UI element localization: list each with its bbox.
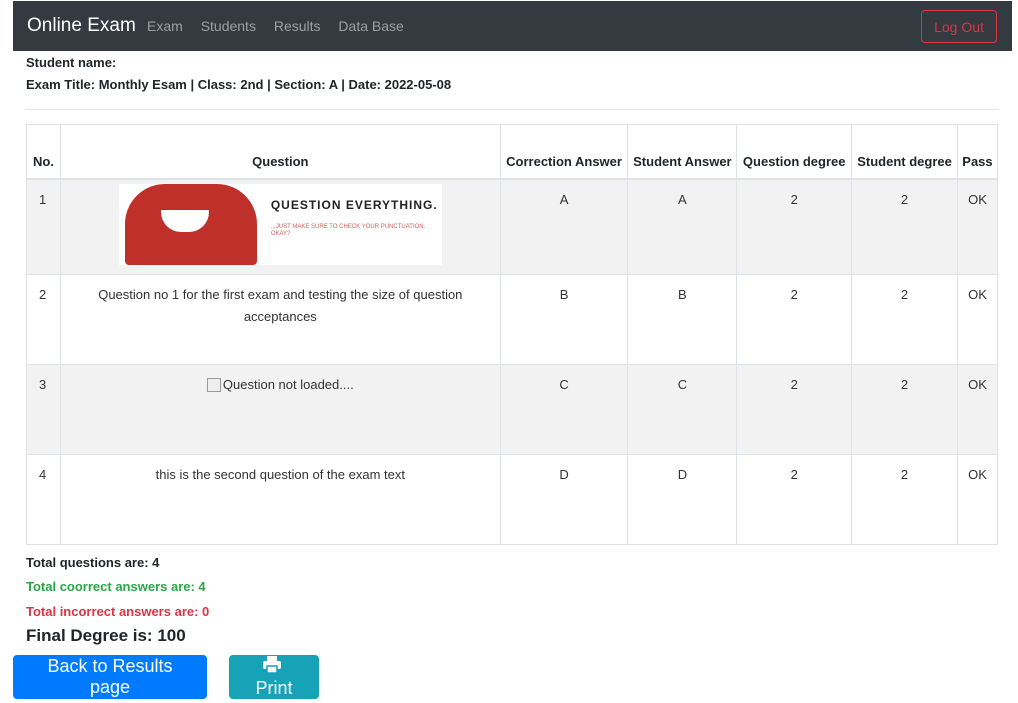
navbar: Online Exam Exam Students Results Data B… <box>13 1 1012 51</box>
col-question: Question <box>59 124 501 180</box>
cell-student-answer: D <box>627 453 738 545</box>
col-student-answer: Student Answer <box>627 124 738 180</box>
cell-question: this is the second question of the exam … <box>59 453 501 545</box>
table-header-row: No. Question Correction Answer Student A… <box>26 124 999 180</box>
cell-student-answer: C <box>627 363 738 455</box>
col-question-degree: Question degree <box>736 124 853 180</box>
cell-question: Question not loaded.... <box>59 363 501 455</box>
print-label: Print <box>255 678 293 698</box>
table-row: 1 QUESTION EVERYTHING. ...JUST MAKE SURE… <box>26 178 999 275</box>
cell-question: Question no 1 for the first exam and tes… <box>59 273 501 365</box>
question-image: QUESTION EVERYTHING. ...JUST MAKE SURE T… <box>118 183 442 265</box>
brand-link[interactable]: Online Exam <box>27 15 136 37</box>
logout-button[interactable]: Log Out <box>921 10 997 43</box>
nav-link-exam[interactable]: Exam <box>147 18 183 34</box>
results-table: No. Question Correction Answer Student A… <box>26 124 999 545</box>
broken-image: Question not loaded.... <box>206 374 354 396</box>
cell-student-answer: A <box>627 178 738 275</box>
question-image-title: QUESTION EVERYTHING. <box>270 197 438 212</box>
cell-correction: D <box>499 453 629 545</box>
cell-question-degree: 2 <box>736 273 853 365</box>
cell-question-degree: 2 <box>736 178 853 275</box>
table-row: 2 Question no 1 for the first exam and t… <box>26 273 999 365</box>
cell-no: 1 <box>26 178 61 275</box>
col-pass: Pass <box>956 124 999 180</box>
incorrect-answers: Total incorrect answers are: 0 <box>26 604 210 619</box>
cell-no: 2 <box>26 273 61 365</box>
cell-pass: OK <box>956 363 999 455</box>
cell-pass: OK <box>956 453 999 545</box>
nav-link-students[interactable]: Students <box>201 18 256 34</box>
cell-student-degree: 2 <box>851 453 958 545</box>
final-degree: Final Degree is: 100 <box>26 626 186 645</box>
cell-correction: A <box>499 178 629 275</box>
cell-correction: C <box>499 363 629 455</box>
cell-student-degree: 2 <box>851 178 958 275</box>
printer-icon <box>263 656 281 678</box>
broken-image-icon <box>206 377 221 392</box>
nav-link-database[interactable]: Data Base <box>338 18 403 34</box>
cell-student-degree: 2 <box>851 273 958 365</box>
col-student-degree: Student degree <box>851 124 958 180</box>
cell-question-degree: 2 <box>736 453 853 545</box>
table-row: 3 Question not loaded.... C C 2 2 OK <box>26 363 999 455</box>
back-to-results-button[interactable]: Back to Results page <box>13 655 207 699</box>
nav-links: Exam Students Results Data Base <box>147 18 418 34</box>
col-correction: Correction Answer <box>499 124 629 180</box>
cell-question-degree: 2 <box>736 363 853 455</box>
divider <box>26 109 998 110</box>
cell-pass: OK <box>956 273 999 365</box>
broken-image-alt: Question not loaded.... <box>222 376 354 392</box>
total-questions: Total questions are: 4 <box>26 555 160 570</box>
cell-correction: B <box>499 273 629 365</box>
nav-link-results[interactable]: Results <box>274 18 321 34</box>
print-button[interactable]: Print <box>229 655 319 699</box>
exam-details: Exam Title: Monthly Esam | Class: 2nd | … <box>26 77 452 92</box>
cell-no: 3 <box>26 363 61 455</box>
student-name-label: Student name: <box>26 55 117 70</box>
cell-no: 4 <box>26 453 61 545</box>
cell-pass: OK <box>956 178 999 275</box>
table-row: 4 this is the second question of the exa… <box>26 453 999 545</box>
correct-answers: Total coorrect answers are: 4 <box>26 579 206 594</box>
cell-question: QUESTION EVERYTHING. ...JUST MAKE SURE T… <box>59 178 501 275</box>
col-no: No. <box>26 124 61 180</box>
question-image-subtitle: ...JUST MAKE SURE TO CHECK YOUR PUNCTUAT… <box>270 223 426 237</box>
question-mark-graphic <box>124 183 257 265</box>
cell-student-degree: 2 <box>851 363 958 455</box>
cell-student-answer: B <box>627 273 738 365</box>
